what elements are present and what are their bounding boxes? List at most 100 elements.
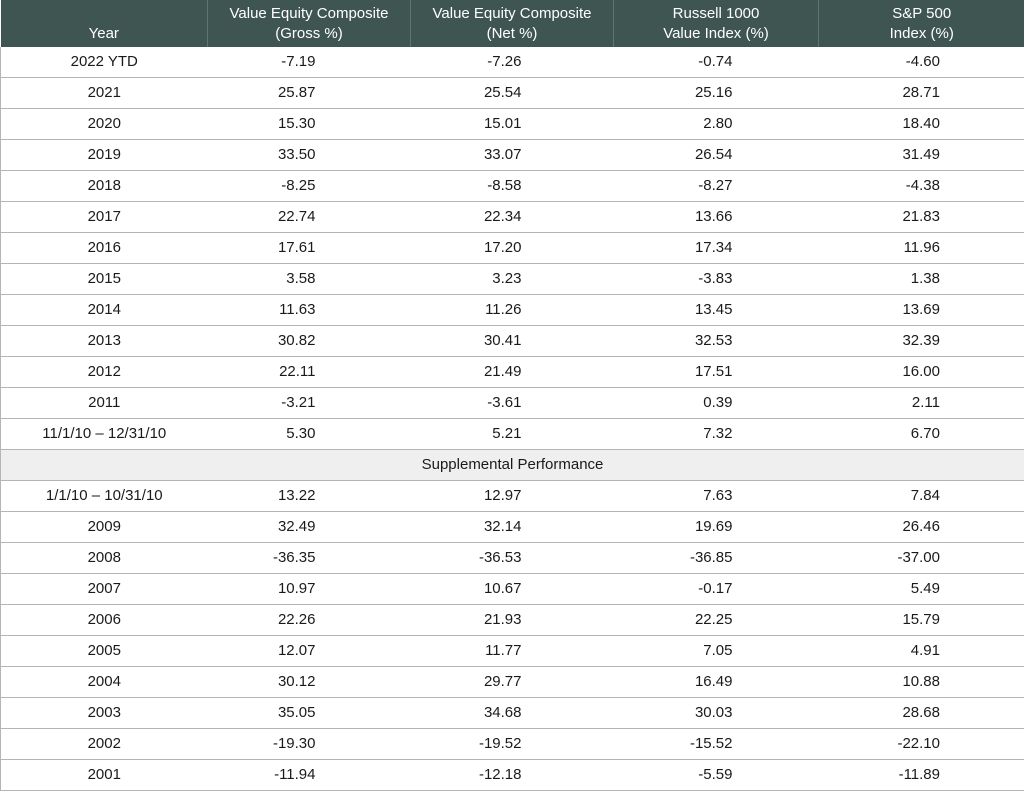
gross-cell: 32.49: [207, 511, 411, 543]
header-net-line2: (Net %): [486, 25, 538, 42]
gross-cell: 22.26: [207, 604, 411, 636]
year-cell: 2006: [0, 604, 208, 636]
gross-cell: -36.35: [207, 542, 411, 574]
sp500-cell: 28.68: [818, 697, 1024, 729]
russell-cell: 13.66: [613, 201, 819, 233]
sp500-cell: 4.91: [818, 635, 1024, 667]
gross-cell: -8.25: [207, 170, 411, 202]
russell-cell: 26.54: [613, 139, 819, 171]
net-cell: 15.01: [410, 108, 614, 140]
header-sp500-line2: Index (%): [889, 25, 954, 42]
sp500-cell: -22.10: [818, 728, 1024, 760]
russell-cell: 25.16: [613, 77, 819, 109]
net-cell: 12.97: [410, 480, 614, 512]
year-cell: 2005: [0, 635, 208, 667]
header-russell: Russell 1000 Value Index (%): [613, 0, 819, 47]
table-row: 2008 -36.35 -36.53 -36.85 -37.00: [0, 542, 1024, 574]
gross-cell: -7.19: [207, 47, 411, 78]
sp500-cell: 15.79: [818, 604, 1024, 636]
russell-cell: -0.17: [613, 573, 819, 605]
year-cell: 2019: [0, 139, 208, 171]
header-row: Year Value Equity Composite (Gross %) Va…: [0, 0, 1024, 47]
table-body: 2022 YTD -7.19 -7.26 -0.74 -4.60 2021 25.87 25.…: [0, 47, 1024, 791]
russell-cell: 7.05: [613, 635, 819, 667]
gross-cell: 5.30: [207, 418, 411, 450]
table-row: 2016 17.61 17.20 17.34 11.96: [0, 232, 1024, 264]
sp500-cell: 32.39: [818, 325, 1024, 357]
net-cell: 22.34: [410, 201, 614, 233]
header-gross: Value Equity Composite (Gross %): [207, 0, 411, 47]
net-cell: 11.26: [410, 294, 614, 326]
table-row: 2007 10.97 10.67 -0.17 5.49: [0, 573, 1024, 605]
table-row: 2013 30.82 30.41 32.53 32.39: [0, 325, 1024, 357]
russell-cell: 2.80: [613, 108, 819, 140]
gross-cell: 35.05: [207, 697, 411, 729]
russell-cell: 17.34: [613, 232, 819, 264]
table-row: 1/1/10 – 10/31/10 13.22 12.97 7.63 7.84: [0, 480, 1024, 512]
sp500-cell: 13.69: [818, 294, 1024, 326]
russell-cell: -8.27: [613, 170, 819, 202]
russell-cell: 7.63: [613, 480, 819, 512]
sp500-cell: 7.84: [818, 480, 1024, 512]
gross-cell: 33.50: [207, 139, 411, 171]
gross-cell: 10.97: [207, 573, 411, 605]
sp500-cell: 10.88: [818, 666, 1024, 698]
net-cell: -19.52: [410, 728, 614, 760]
header-net-line1: Value Equity Composite: [432, 5, 592, 22]
net-cell: 25.54: [410, 77, 614, 109]
sp500-cell: -11.89: [818, 759, 1024, 791]
gross-cell: 30.82: [207, 325, 411, 357]
sp500-cell: 6.70: [818, 418, 1024, 450]
header-net: Value Equity Composite (Net %): [410, 0, 614, 47]
gross-cell: -11.94: [207, 759, 411, 791]
gross-cell: 11.63: [207, 294, 411, 326]
table-row: 2004 30.12 29.77 16.49 10.88: [0, 666, 1024, 698]
sp500-cell: 26.46: [818, 511, 1024, 543]
russell-cell: 19.69: [613, 511, 819, 543]
sp500-cell: 5.49: [818, 573, 1024, 605]
header-gross-line1: Value Equity Composite: [229, 5, 389, 22]
net-cell: -8.58: [410, 170, 614, 202]
table-row: 2012 22.11 21.49 17.51 16.00: [0, 356, 1024, 388]
russell-cell: 30.03: [613, 697, 819, 729]
year-cell: 2020: [0, 108, 208, 140]
net-cell: 17.20: [410, 232, 614, 264]
net-cell: 11.77: [410, 635, 614, 667]
year-cell: 2017: [0, 201, 208, 233]
russell-cell: 22.25: [613, 604, 819, 636]
russell-cell: 7.32: [613, 418, 819, 450]
sp500-cell: -37.00: [818, 542, 1024, 574]
table-row: 2001 -11.94 -12.18 -5.59 -11.89: [0, 759, 1024, 791]
year-cell: 2016: [0, 232, 208, 264]
gross-cell: 15.30: [207, 108, 411, 140]
sp500-cell: 28.71: [818, 77, 1024, 109]
net-cell: 21.49: [410, 356, 614, 388]
russell-cell: -3.83: [613, 263, 819, 295]
russell-cell: -5.59: [613, 759, 819, 791]
table-row: 2003 35.05 34.68 30.03 28.68: [0, 697, 1024, 729]
year-cell: 2004: [0, 666, 208, 698]
header-russell-line1: Russell 1000: [672, 5, 760, 22]
header-sp500-line1: S&P 500: [892, 5, 952, 22]
sp500-cell: 1.38: [818, 263, 1024, 295]
sp500-cell: 21.83: [818, 201, 1024, 233]
gross-cell: 30.12: [207, 666, 411, 698]
net-cell: -36.53: [410, 542, 614, 574]
sp500-cell: 11.96: [818, 232, 1024, 264]
header-year: Year: [0, 0, 208, 47]
year-cell: 11/1/10 – 12/31/10: [0, 418, 208, 450]
year-cell: 2001: [0, 759, 208, 791]
table-row: 2019 33.50 33.07 26.54 31.49: [0, 139, 1024, 171]
header-gross-line2: (Gross %): [275, 25, 343, 42]
russell-cell: -36.85: [613, 542, 819, 574]
year-cell: 2011: [0, 387, 208, 419]
russell-cell: -15.52: [613, 728, 819, 760]
table-row: 2006 22.26 21.93 22.25 15.79: [0, 604, 1024, 636]
year-cell: 2002: [0, 728, 208, 760]
year-cell: 2009: [0, 511, 208, 543]
year-cell: 1/1/10 – 10/31/10: [0, 480, 208, 512]
sp500-cell: 31.49: [818, 139, 1024, 171]
net-cell: 5.21: [410, 418, 614, 450]
russell-cell: 32.53: [613, 325, 819, 357]
net-cell: 3.23: [410, 263, 614, 295]
